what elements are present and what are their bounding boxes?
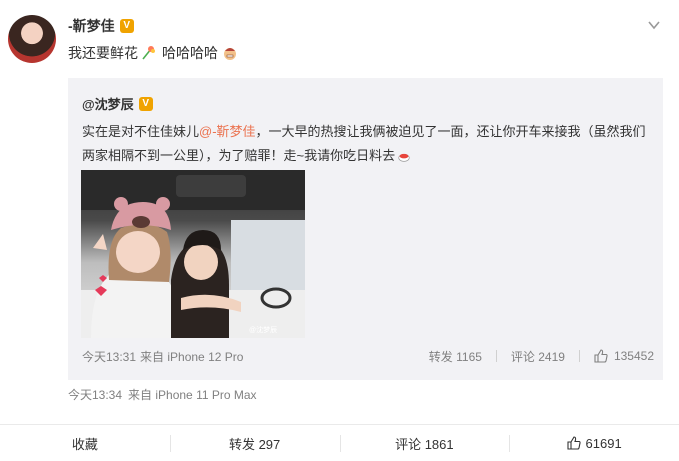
divider: [495, 350, 497, 362]
mention-link[interactable]: @-靳梦佳: [199, 124, 256, 139]
comment-button[interactable]: 评论 1861: [339, 425, 510, 461]
post-text-main: 我还要鲜花: [68, 45, 138, 61]
post-meta: 今天13:34 来自 iPhone 11 Pro Max: [68, 386, 257, 403]
author-avatar[interactable]: [8, 15, 56, 63]
repost-comment-label: 评论 2419: [510, 349, 565, 364]
post-text: 我还要鲜花 哈哈哈哈: [68, 43, 240, 63]
divider: [578, 350, 580, 362]
author-name[interactable]: -靳梦佳: [68, 16, 115, 36]
like-button[interactable]: 61691: [509, 425, 679, 461]
repost-like-count: 135452: [613, 349, 654, 363]
repost-photo[interactable]: @沈梦辰: [81, 170, 305, 338]
repost-comment-button[interactable]: 评论 2419: [511, 348, 565, 365]
repost-repost-button[interactable]: 转发 1165: [429, 348, 482, 365]
grin-emoji-icon: [224, 48, 236, 60]
thumbs-up-icon: [594, 349, 608, 363]
chevron-down-icon[interactable]: [647, 18, 661, 32]
favorite-label: 收藏: [71, 436, 98, 452]
verified-badge-icon: V: [119, 19, 134, 33]
repost-source: 来自 iPhone 12 Pro: [140, 349, 244, 364]
post-source: 来自 iPhone 11 Pro Max: [128, 388, 257, 402]
repost-repost-label: 转发 1165: [428, 349, 482, 364]
photo-watermark: @沈梦辰: [249, 325, 277, 334]
thumbs-up-icon: [566, 436, 581, 450]
photo-illustration: @沈梦辰: [81, 170, 305, 338]
repost-footer: 今天13:31 来自 iPhone 12 Pro 转发 1165 评论 2419…: [82, 346, 654, 366]
favorite-button[interactable]: 收藏: [0, 425, 170, 461]
like-count: 61691: [585, 435, 622, 451]
weibo-post: -靳梦佳 V 我还要鲜花 哈哈哈哈 @沈梦辰 V 实在是对不住佳妹儿@-靳梦佳，…: [0, 0, 679, 461]
comment-label: 评论 1861: [395, 436, 454, 452]
sushi-emoji-icon: [398, 153, 410, 162]
flower-emoji-icon: [142, 46, 155, 60]
repost-label: 转发 297: [228, 436, 281, 452]
repost-button[interactable]: 转发 297: [169, 425, 340, 461]
author-row: -靳梦佳 V: [68, 16, 134, 36]
verified-badge-icon: V: [138, 96, 153, 111]
repost-time[interactable]: 今天13:31: [82, 348, 136, 365]
repost-card: @沈梦辰 V 实在是对不住佳妹儿@-靳梦佳，一大早的热搜让我俩被迫见了一面，还让…: [68, 78, 663, 380]
repost-author-name[interactable]: @沈梦辰: [82, 94, 134, 113]
repost-author-row: @沈梦辰 V: [82, 94, 153, 113]
post-time[interactable]: 今天13:34: [68, 386, 122, 403]
repost-text: 实在是对不住佳妹儿@-靳梦佳，一大早的热搜让我俩被迫见了一面，还让你开车来接我（…: [82, 120, 654, 168]
action-bar: 收藏 转发 297 评论 1861 61691: [0, 424, 679, 461]
post-text-laugh: 哈哈哈哈: [162, 45, 218, 61]
repost-like-button[interactable]: 135452: [594, 349, 654, 363]
repost-text-before: 实在是对不住佳妹儿: [82, 124, 200, 139]
